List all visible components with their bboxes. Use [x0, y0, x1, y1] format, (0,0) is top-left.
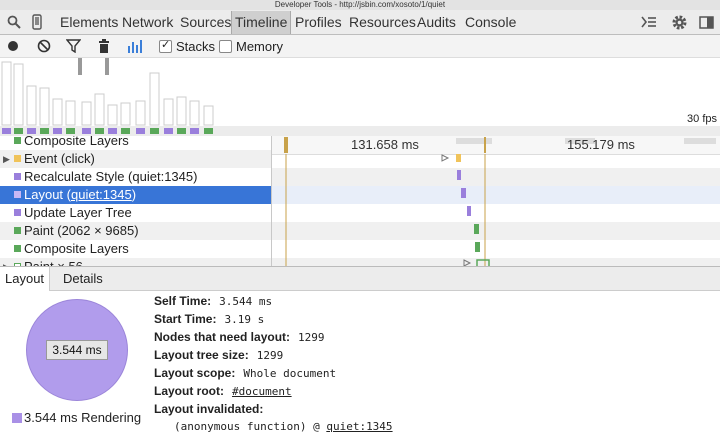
timeline-overview[interactable]: 30 fps	[0, 58, 720, 127]
detail-value: Whole document	[243, 367, 337, 380]
search-icon[interactable]	[6, 13, 22, 31]
detail-key: Nodes that need layout:	[154, 330, 291, 344]
stack-frame-link[interactable]: quiet:1345	[326, 420, 392, 433]
layout-root-link[interactable]: #document	[232, 385, 292, 398]
expand-triangle-icon[interactable]: ▶	[3, 150, 10, 168]
trash-icon[interactable]	[98, 38, 110, 54]
record-row[interactable]: Update Layer Tree	[0, 204, 271, 222]
record-color-swatch	[14, 137, 21, 144]
record-source-link[interactable]: quiet:1345	[132, 169, 193, 184]
legend-label: 3.544 ms Rendering	[24, 410, 142, 425]
tab-layout[interactable]: Layout	[0, 267, 51, 291]
detail-key: Layout invalidated:	[154, 402, 264, 416]
stacks-check-icon[interactable]	[159, 38, 172, 53]
record-row[interactable]: Composite Layers	[0, 240, 271, 258]
record-source-link[interactable]: quiet:1345	[71, 187, 132, 202]
detail-self-time: Self Time: 3.544 ms	[154, 294, 272, 308]
show-drawer-icon[interactable]	[640, 13, 658, 31]
detail-value: 1299	[256, 349, 284, 362]
device-mode-icon[interactable]	[30, 13, 44, 31]
record-row[interactable]: Recalculate Style (quiet:1345)	[0, 168, 271, 186]
detail-value: 3.544 ms	[219, 295, 273, 308]
stack-frame-function: (anonymous function) @	[174, 420, 327, 433]
detail-key: Layout tree size:	[154, 348, 249, 362]
graph-bars	[285, 154, 490, 266]
pie-label: 3.544 ms	[46, 340, 108, 360]
memory-check-icon[interactable]	[219, 39, 232, 53]
timeline-graph[interactable]: 131.658 ms 155.179 ms	[272, 136, 720, 266]
tab-network[interactable]: Network	[119, 12, 176, 32]
record-label: Update Layer Tree	[24, 205, 132, 220]
gear-icon[interactable]	[670, 13, 688, 31]
record-color-swatch	[14, 155, 21, 162]
detail-layout-scope: Layout scope: Whole document	[154, 366, 336, 380]
timeline-toolbar: Stacks Memory	[0, 35, 720, 58]
record-label: Layout (	[24, 187, 71, 202]
invalidated-stack-frame: (anonymous function) @ quiet:1345	[174, 419, 393, 433]
record-label-suffix: )	[131, 187, 137, 202]
detail-layout-root: Layout root: #document	[154, 384, 292, 398]
tab-details[interactable]: Details	[58, 267, 108, 290]
detail-key: Layout root:	[154, 384, 224, 398]
memory-label: Memory	[236, 38, 283, 54]
stacks-label: Stacks	[176, 38, 216, 54]
stacks-checkbox[interactable]: Stacks	[159, 38, 215, 54]
record-row[interactable]: ▶ Event (click)	[0, 150, 271, 168]
tab-resources[interactable]: Resources	[346, 12, 419, 32]
record-color-swatch	[14, 245, 21, 252]
fps-label: 30 fps	[687, 113, 717, 125]
record-label: Paint × 56	[24, 258, 83, 266]
detail-value: 3.19 s	[224, 313, 265, 326]
record-label: Paint (2062 × 9685)	[24, 223, 139, 238]
detail-layout-invalidated: Layout invalidated:	[154, 402, 263, 416]
detail-layout-tree-size: Layout tree size: 1299	[154, 348, 283, 362]
record-label: Event (click)	[24, 151, 95, 166]
record-color-swatch	[14, 173, 21, 180]
record-label: Composite Layers	[24, 136, 129, 148]
tab-audits[interactable]: Audits	[414, 12, 459, 32]
pie-legend: 3.544 ms Rendering	[12, 410, 141, 425]
record-label-suffix: )	[193, 169, 198, 184]
filter-icon[interactable]	[66, 38, 81, 54]
detail-start-time: Start Time: 3.19 s	[154, 312, 264, 326]
tab-timeline[interactable]: Timeline	[231, 11, 292, 34]
rendering-swatch	[12, 412, 22, 423]
detail-value: 1299	[298, 331, 325, 344]
details-tab-bar: Layout Details	[0, 267, 720, 291]
record-color-swatch	[14, 209, 21, 216]
tab-console[interactable]: Console	[462, 12, 519, 32]
tab-profiles[interactable]: Profiles	[292, 12, 345, 32]
record-row[interactable]: Composite Layers	[0, 136, 271, 150]
detail-key: Layout scope:	[154, 366, 236, 380]
record-label: Recalculate Style (	[24, 169, 133, 184]
frames-bar-chart	[1, 58, 214, 126]
window-title: Developer Tools - http://jsbin.com/xosot…	[0, 0, 720, 10]
record-color-swatch	[14, 191, 21, 198]
dock-side-icon[interactable]	[698, 13, 714, 31]
details-pane: Layout Details 3.544 ms 3.544 ms Renderi…	[0, 266, 720, 444]
record-color-swatch	[14, 227, 21, 234]
detail-nodes-need-layout: Nodes that need layout: 1299	[154, 330, 325, 344]
record-label: Composite Layers	[24, 241, 129, 256]
clear-icon[interactable]	[37, 38, 51, 54]
expand-triangle-icon[interactable]: ▶	[3, 258, 10, 266]
record-row[interactable]: ▶ Paint × 56	[0, 258, 271, 266]
record-row-selected[interactable]: Layout (quiet:1345)	[0, 186, 271, 204]
memory-checkbox[interactable]: Memory	[219, 38, 283, 54]
bars-view-icon[interactable]	[127, 38, 145, 54]
panel-tab-bar: Elements Network Sources Timeline Profil…	[0, 10, 720, 35]
tab-sources[interactable]: Sources	[177, 12, 234, 32]
tab-elements[interactable]: Elements	[57, 12, 121, 32]
records-list: Composite Layers ▶ Event (click) Recalcu…	[0, 136, 272, 266]
detail-key: Self Time:	[154, 294, 212, 308]
record-icon[interactable]	[7, 38, 19, 54]
record-row[interactable]: Paint (2062 × 9685)	[0, 222, 271, 240]
detail-key: Start Time:	[154, 312, 217, 326]
